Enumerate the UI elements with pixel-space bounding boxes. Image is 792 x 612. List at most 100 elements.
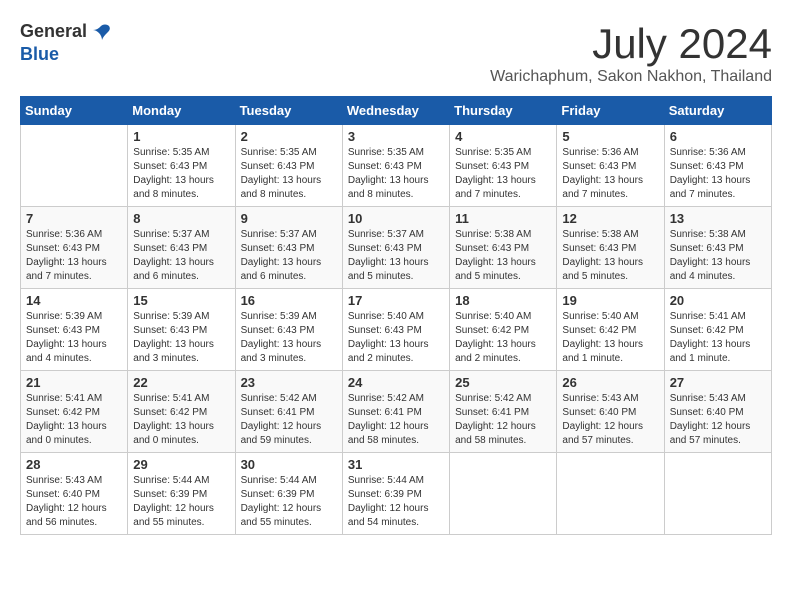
calendar-cell: 4 Sunrise: 5:35 AM Sunset: 6:43 PM Daylig… — [450, 125, 557, 207]
logo-bird-icon — [89, 20, 113, 44]
calendar-cell: 31 Sunrise: 5:44 AM Sunset: 6:39 PM Dayli… — [342, 453, 449, 535]
day-info: Sunrise: 5:41 AM Sunset: 6:42 PM Dayligh… — [670, 310, 766, 366]
day-number: 21 — [26, 375, 122, 390]
calendar-cell: 3 Sunrise: 5:35 AM Sunset: 6:43 PM Daylig… — [342, 125, 449, 207]
calendar-cell: 27 Sunrise: 5:43 AM Sunset: 6:40 PM Dayli… — [664, 371, 771, 453]
day-number: 2 — [241, 129, 337, 144]
weekday-sunday: Sunday — [21, 97, 128, 125]
calendar-cell — [557, 453, 664, 535]
calendar-cell: 5 Sunrise: 5:36 AM Sunset: 6:43 PM Daylig… — [557, 125, 664, 207]
week-row-3: 14Sunrise: 5:39 AM Sunset: 6:43 PM Dayli… — [21, 289, 772, 371]
day-number: 20 — [670, 293, 766, 308]
day-info: Sunrise: 5:36 AM Sunset: 6:43 PM Dayligh… — [562, 146, 658, 202]
week-row-4: 21 Sunrise: 5:41 AM Sunset: 6:42 PM Dayli… — [21, 371, 772, 453]
calendar-cell: 16Sunrise: 5:39 AM Sunset: 6:43 PM Dayli… — [235, 289, 342, 371]
day-number: 3 — [348, 129, 444, 144]
day-info: Sunrise: 5:40 AM Sunset: 6:43 PM Dayligh… — [348, 310, 444, 366]
calendar-cell: 11 Sunrise: 5:38 AM Sunset: 6:43 PM Dayli… — [450, 207, 557, 289]
day-number: 15 — [133, 293, 229, 308]
logo-blue: Blue — [20, 44, 59, 64]
calendar-cell: 7 Sunrise: 5:36 AM Sunset: 6:43 PM Daylig… — [21, 207, 128, 289]
calendar-body: 1Sunrise: 5:35 AM Sunset: 6:43 PM Daylig… — [21, 125, 772, 535]
day-info: Sunrise: 5:35 AM Sunset: 6:43 PM Dayligh… — [348, 146, 444, 202]
day-info: Sunrise: 5:35 AM Sunset: 6:43 PM Dayligh… — [455, 146, 551, 202]
weekday-thursday: Thursday — [450, 97, 557, 125]
day-number: 27 — [670, 375, 766, 390]
calendar-cell: 6 Sunrise: 5:36 AM Sunset: 6:43 PM Daylig… — [664, 125, 771, 207]
day-info: Sunrise: 5:43 AM Sunset: 6:40 PM Dayligh… — [670, 392, 766, 448]
day-info: Sunrise: 5:37 AM Sunset: 6:43 PM Dayligh… — [241, 228, 337, 284]
day-info: Sunrise: 5:42 AM Sunset: 6:41 PM Dayligh… — [348, 392, 444, 448]
day-number: 12 — [562, 211, 658, 226]
week-row-1: 1Sunrise: 5:35 AM Sunset: 6:43 PM Daylig… — [21, 125, 772, 207]
day-number: 4 — [455, 129, 551, 144]
day-info: Sunrise: 5:43 AM Sunset: 6:40 PM Dayligh… — [26, 474, 122, 530]
day-info: Sunrise: 5:38 AM Sunset: 6:43 PM Dayligh… — [670, 228, 766, 284]
day-number: 31 — [348, 457, 444, 472]
calendar-cell: 24 Sunrise: 5:42 AM Sunset: 6:41 PM Dayli… — [342, 371, 449, 453]
calendar-cell: 18Sunrise: 5:40 AM Sunset: 6:42 PM Dayli… — [450, 289, 557, 371]
day-number: 10 — [348, 211, 444, 226]
day-info: Sunrise: 5:44 AM Sunset: 6:39 PM Dayligh… — [348, 474, 444, 530]
weekday-saturday: Saturday — [664, 97, 771, 125]
day-number: 5 — [562, 129, 658, 144]
calendar-cell — [450, 453, 557, 535]
weekday-friday: Friday — [557, 97, 664, 125]
week-row-2: 7 Sunrise: 5:36 AM Sunset: 6:43 PM Daylig… — [21, 207, 772, 289]
day-info: Sunrise: 5:40 AM Sunset: 6:42 PM Dayligh… — [455, 310, 551, 366]
weekday-monday: Monday — [128, 97, 235, 125]
day-number: 11 — [455, 211, 551, 226]
calendar-cell: 10 Sunrise: 5:37 AM Sunset: 6:43 PM Dayli… — [342, 207, 449, 289]
logo: General Blue — [20, 20, 113, 66]
day-number: 17 — [348, 293, 444, 308]
day-number: 26 — [562, 375, 658, 390]
day-info: Sunrise: 5:37 AM Sunset: 6:43 PM Dayligh… — [348, 228, 444, 284]
day-info: Sunrise: 5:42 AM Sunset: 6:41 PM Dayligh… — [455, 392, 551, 448]
calendar-cell: 2 Sunrise: 5:35 AM Sunset: 6:43 PM Daylig… — [235, 125, 342, 207]
calendar-cell: 19 Sunrise: 5:40 AM Sunset: 6:42 PM Dayli… — [557, 289, 664, 371]
day-number: 22 — [133, 375, 229, 390]
day-number: 29 — [133, 457, 229, 472]
calendar-cell: 9 Sunrise: 5:37 AM Sunset: 6:43 PM Daylig… — [235, 207, 342, 289]
calendar-cell: 29 Sunrise: 5:44 AM Sunset: 6:39 PM Dayli… — [128, 453, 235, 535]
day-number: 9 — [241, 211, 337, 226]
calendar-cell: 13 Sunrise: 5:38 AM Sunset: 6:43 PM Dayli… — [664, 207, 771, 289]
calendar-cell: 26Sunrise: 5:43 AM Sunset: 6:40 PM Dayli… — [557, 371, 664, 453]
weekday-header-row: SundayMondayTuesdayWednesdayThursdayFrid… — [21, 97, 772, 125]
calendar-cell: 12 Sunrise: 5:38 AM Sunset: 6:43 PM Dayli… — [557, 207, 664, 289]
calendar-cell: 23 Sunrise: 5:42 AM Sunset: 6:41 PM Dayli… — [235, 371, 342, 453]
day-info: Sunrise: 5:36 AM Sunset: 6:43 PM Dayligh… — [26, 228, 122, 284]
day-number: 23 — [241, 375, 337, 390]
day-info: Sunrise: 5:39 AM Sunset: 6:43 PM Dayligh… — [133, 310, 229, 366]
title-block: July 2024 Warichaphum, Sakon Nakhon, Tha… — [490, 20, 772, 86]
page-header: General Blue July 2024 Warichaphum, Sako… — [20, 20, 772, 86]
calendar-cell: 14Sunrise: 5:39 AM Sunset: 6:43 PM Dayli… — [21, 289, 128, 371]
day-info: Sunrise: 5:39 AM Sunset: 6:43 PM Dayligh… — [26, 310, 122, 366]
day-number: 7 — [26, 211, 122, 226]
day-info: Sunrise: 5:44 AM Sunset: 6:39 PM Dayligh… — [133, 474, 229, 530]
day-info: Sunrise: 5:36 AM Sunset: 6:43 PM Dayligh… — [670, 146, 766, 202]
calendar-cell: 20 Sunrise: 5:41 AM Sunset: 6:42 PM Dayli… — [664, 289, 771, 371]
weekday-wednesday: Wednesday — [342, 97, 449, 125]
day-number: 24 — [348, 375, 444, 390]
calendar-cell: 25Sunrise: 5:42 AM Sunset: 6:41 PM Dayli… — [450, 371, 557, 453]
calendar-table: SundayMondayTuesdayWednesdayThursdayFrid… — [20, 96, 772, 535]
day-info: Sunrise: 5:42 AM Sunset: 6:41 PM Dayligh… — [241, 392, 337, 448]
calendar-cell: 28Sunrise: 5:43 AM Sunset: 6:40 PM Dayli… — [21, 453, 128, 535]
week-row-5: 28Sunrise: 5:43 AM Sunset: 6:40 PM Dayli… — [21, 453, 772, 535]
location-title: Warichaphum, Sakon Nakhon, Thailand — [490, 68, 772, 86]
calendar-cell — [21, 125, 128, 207]
day-info: Sunrise: 5:38 AM Sunset: 6:43 PM Dayligh… — [455, 228, 551, 284]
calendar-cell: 30Sunrise: 5:44 AM Sunset: 6:39 PM Dayli… — [235, 453, 342, 535]
day-info: Sunrise: 5:38 AM Sunset: 6:43 PM Dayligh… — [562, 228, 658, 284]
day-info: Sunrise: 5:37 AM Sunset: 6:43 PM Dayligh… — [133, 228, 229, 284]
day-info: Sunrise: 5:35 AM Sunset: 6:43 PM Dayligh… — [241, 146, 337, 202]
day-info: Sunrise: 5:41 AM Sunset: 6:42 PM Dayligh… — [26, 392, 122, 448]
logo-general: General — [20, 21, 87, 43]
calendar-cell: 8Sunrise: 5:37 AM Sunset: 6:43 PM Daylig… — [128, 207, 235, 289]
day-number: 6 — [670, 129, 766, 144]
day-info: Sunrise: 5:35 AM Sunset: 6:43 PM Dayligh… — [133, 146, 229, 202]
day-number: 13 — [670, 211, 766, 226]
day-info: Sunrise: 5:40 AM Sunset: 6:42 PM Dayligh… — [562, 310, 658, 366]
day-number: 19 — [562, 293, 658, 308]
